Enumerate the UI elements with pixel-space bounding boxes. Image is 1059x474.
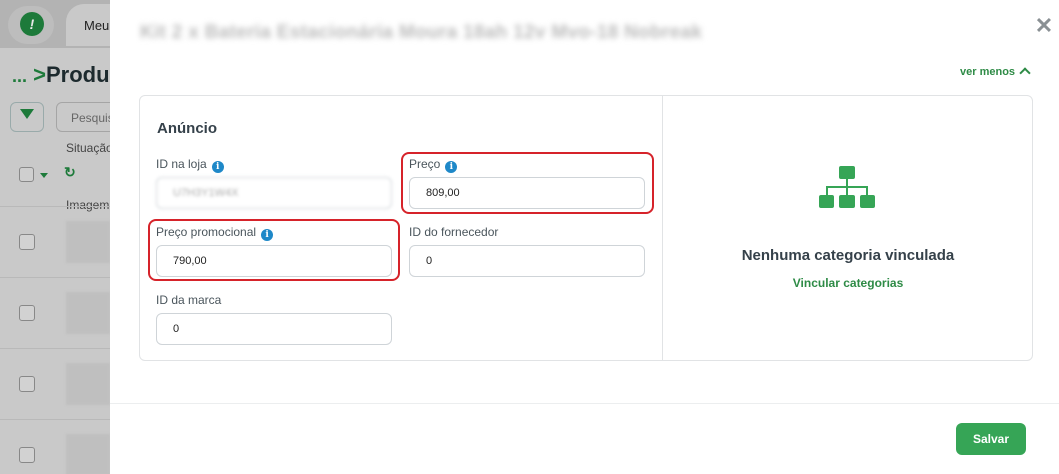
show-less-toggle[interactable]: ver menos (960, 66, 1031, 79)
row-checkbox[interactable] (19, 447, 35, 463)
info-icon[interactable]: i (261, 229, 274, 241)
no-category-title: Nenhuma categoria vinculada (741, 247, 955, 264)
promo-price-field[interactable]: 790,00 (156, 245, 392, 277)
info-icon[interactable]: i (211, 161, 224, 173)
modal-title: Kit 2 x Bateria Estacionária Moura 18ah … (140, 22, 703, 43)
sitemap-icon (819, 166, 875, 208)
store-id-field[interactable]: U7H3Y1W4X (156, 177, 392, 209)
select-all-checkbox[interactable] (19, 167, 34, 182)
product-thumbnail (66, 434, 110, 474)
brand-id-label: ID da marca (156, 293, 222, 307)
refresh-icon[interactable]: ↻ (64, 164, 76, 181)
row-checkbox[interactable] (19, 305, 35, 321)
chevron-right-icon: > (33, 62, 46, 87)
app-logo[interactable]: ! (8, 6, 54, 44)
chevron-down-icon[interactable] (40, 173, 48, 178)
product-thumbnail (66, 363, 110, 405)
logo-icon: ! (20, 12, 44, 36)
table-row[interactable] (0, 206, 110, 276)
footer-divider (110, 403, 1059, 404)
price-label: Preço i (409, 157, 458, 173)
link-categories-link[interactable]: Vincular categorias (662, 276, 1034, 290)
price-label-text: Preço (409, 157, 441, 171)
supplier-id-field[interactable]: 0 (409, 245, 645, 277)
price-field[interactable]: 809,00 (409, 177, 645, 209)
info-icon[interactable]: i (445, 161, 458, 173)
filter-icon (20, 109, 34, 119)
store-id-label: ID na loja i (156, 157, 224, 173)
store-id-label-text: ID na loja (156, 157, 207, 171)
page-title: Produ (46, 62, 110, 87)
card-divider (662, 96, 663, 360)
status-filter-label: Situação (66, 141, 113, 155)
section-title: Anúncio (157, 120, 217, 137)
table-row[interactable] (0, 348, 110, 418)
chevron-up-icon (1019, 67, 1031, 79)
breadcrumb-ellipsis[interactable]: ... (12, 66, 27, 86)
filter-button[interactable] (10, 102, 44, 132)
show-less-label: ver menos (960, 66, 1016, 78)
brand-id-field[interactable]: 0 (156, 313, 392, 345)
product-edit-modal: Kit 2 x Bateria Estacionária Moura 18ah … (110, 0, 1059, 474)
row-checkbox[interactable] (19, 234, 35, 250)
table-row[interactable] (0, 277, 110, 347)
promo-price-label-text: Preço promocional (156, 225, 257, 239)
product-thumbnail (66, 292, 110, 334)
save-button[interactable]: Salvar (956, 423, 1026, 455)
promo-price-label: Preço promocional i (156, 225, 274, 241)
product-thumbnail (66, 221, 110, 263)
breadcrumb: ... >Produ (12, 62, 110, 88)
supplier-id-label: ID do fornecedor (409, 225, 499, 239)
close-icon[interactable]: ✕ (1032, 14, 1056, 38)
listing-card: Anúncio ID na loja i U7H3Y1W4X Preço i 809… (139, 95, 1033, 361)
table-row[interactable] (0, 419, 110, 474)
row-checkbox[interactable] (19, 376, 35, 392)
